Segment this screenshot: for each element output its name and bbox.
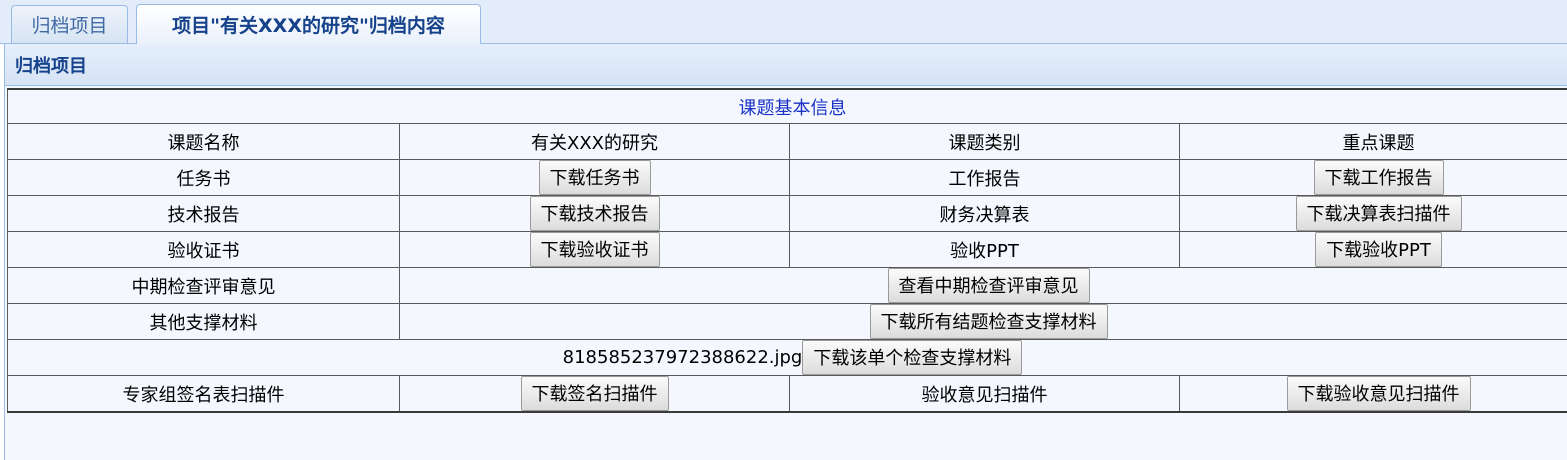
- value-cell: 重点课题: [1179, 123, 1567, 160]
- table-row: 课题名称 有关XXX的研究 课题类别 重点课题: [7, 123, 1567, 160]
- download-signature-scan-button[interactable]: 下载签名扫描件: [520, 376, 669, 411]
- download-all-support-materials-button[interactable]: 下载所有结题检查支撑材料: [869, 304, 1108, 339]
- download-financial-scan-button[interactable]: 下载决算表扫描件: [1295, 196, 1462, 231]
- label-cell: 任务书: [7, 159, 400, 196]
- table-row: 专家组签名表扫描件 下载签名扫描件 验收意见扫描件 下载验收意见扫描件: [7, 375, 1567, 413]
- table-heading: 课题基本信息: [7, 88, 1567, 124]
- archive-panel: 归档项目 课题基本信息 课题名称 有关XXX的研究 课题类别 重点课题 任务书 …: [4, 44, 1567, 460]
- table-row: 中期检查评审意见 查看中期检查评审意见: [7, 267, 1567, 304]
- label-cell: 专家组签名表扫描件: [7, 375, 400, 413]
- value-cell: 下载决算表扫描件: [1179, 195, 1567, 232]
- value-cell: 下载验收意见扫描件: [1179, 375, 1567, 413]
- table-row: 818585237972388622.jpg 下载该单个检查支撑材料: [7, 339, 1567, 376]
- label-cell: 验收意见扫描件: [789, 375, 1180, 413]
- value-cell: 下载技术报告: [399, 195, 790, 232]
- table-row: 课题基本信息: [7, 88, 1567, 124]
- label-cell: 财务决算表: [789, 195, 1180, 232]
- value-cell: 下载验收PPT: [1179, 231, 1567, 268]
- download-tech-report-button[interactable]: 下载技术报告: [529, 196, 660, 231]
- label-cell: 课题名称: [7, 123, 400, 160]
- download-task-book-button[interactable]: 下载任务书: [538, 160, 651, 195]
- value-cell: 下载验收证书: [399, 231, 790, 268]
- panel-title: 归档项目: [5, 44, 1567, 86]
- label-cell: 工作报告: [789, 159, 1180, 196]
- table-row: 其他支撑材料 下载所有结题检查支撑材料: [7, 303, 1567, 340]
- label-cell: 中期检查评审意见: [7, 267, 400, 304]
- label-cell: 验收证书: [7, 231, 400, 268]
- tab-project-archive-content[interactable]: 项目"有关XXX的研究"归档内容: [136, 4, 481, 44]
- label-cell: 技术报告: [7, 195, 400, 232]
- table-row: 任务书 下载任务书 工作报告 下载工作报告: [7, 159, 1567, 196]
- label-cell: 验收PPT: [789, 231, 1180, 268]
- support-file-name: 818585237972388622.jpg: [562, 347, 803, 368]
- file-cell: 818585237972388622.jpg 下载该单个检查支撑材料: [7, 339, 1567, 376]
- tab-archive-projects[interactable]: 归档项目: [11, 5, 128, 43]
- value-cell: 下载任务书: [399, 159, 790, 196]
- download-single-support-material-button[interactable]: 下载该单个检查支撑材料: [802, 340, 1023, 375]
- tab-strip: 归档项目 项目"有关XXX的研究"归档内容: [0, 0, 1567, 44]
- table-row: 技术报告 下载技术报告 财务决算表 下载决算表扫描件: [7, 195, 1567, 232]
- value-cell: 查看中期检查评审意见: [399, 267, 1567, 304]
- project-info-table: 课题基本信息 课题名称 有关XXX的研究 课题类别 重点课题 任务书 下载任务书…: [7, 88, 1567, 413]
- label-cell: 课题类别: [789, 123, 1180, 160]
- download-acceptance-ppt-button[interactable]: 下载验收PPT: [1315, 232, 1442, 267]
- value-cell: 有关XXX的研究: [399, 123, 790, 160]
- value-cell: 下载工作报告: [1179, 159, 1567, 196]
- value-cell: 下载所有结题检查支撑材料: [399, 303, 1567, 340]
- download-acceptance-cert-button[interactable]: 下载验收证书: [529, 232, 660, 267]
- label-cell: 其他支撑材料: [7, 303, 400, 340]
- download-work-report-button[interactable]: 下载工作报告: [1313, 160, 1444, 195]
- view-midterm-review-button[interactable]: 查看中期检查评审意见: [887, 268, 1090, 303]
- value-cell: 下载签名扫描件: [399, 375, 790, 413]
- table-row: 验收证书 下载验收证书 验收PPT 下载验收PPT: [7, 231, 1567, 268]
- download-acceptance-opinion-scan-button[interactable]: 下载验收意见扫描件: [1286, 376, 1471, 411]
